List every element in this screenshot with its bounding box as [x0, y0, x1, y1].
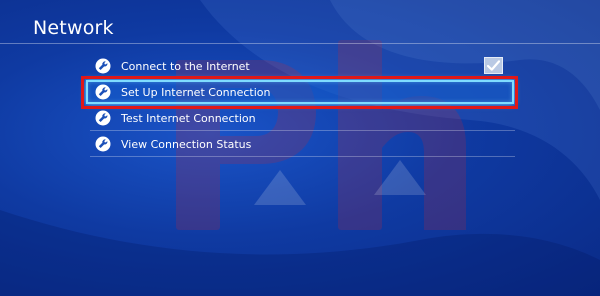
menu-item-connect-to-internet[interactable]: Connect to the Internet [85, 53, 515, 79]
menu-item-label: View Connection Status [121, 137, 252, 151]
wrench-icon [95, 84, 111, 100]
wrench-icon [95, 136, 111, 152]
menu-item-label: Test Internet Connection [121, 111, 256, 125]
checkmark-icon [487, 60, 500, 71]
page-title: Network [33, 17, 114, 39]
menu-item-label: Set Up Internet Connection [121, 85, 271, 99]
connect-checkbox[interactable] [484, 57, 503, 74]
network-menu: Connect to the Internet Set Up Internet … [81, 53, 518, 157]
menu-item-label: Connect to the Internet [121, 59, 250, 73]
wrench-icon [95, 58, 111, 74]
wrench-icon [95, 110, 111, 126]
header: Network [0, 0, 600, 44]
header-divider [0, 43, 600, 44]
menu-divider [90, 156, 515, 157]
menu-item-test-internet-connection[interactable]: Test Internet Connection [85, 105, 515, 131]
menu-item-view-connection-status[interactable]: View Connection Status [85, 131, 515, 157]
menu-item-set-up-internet-connection[interactable]: Set Up Internet Connection [81, 76, 518, 109]
